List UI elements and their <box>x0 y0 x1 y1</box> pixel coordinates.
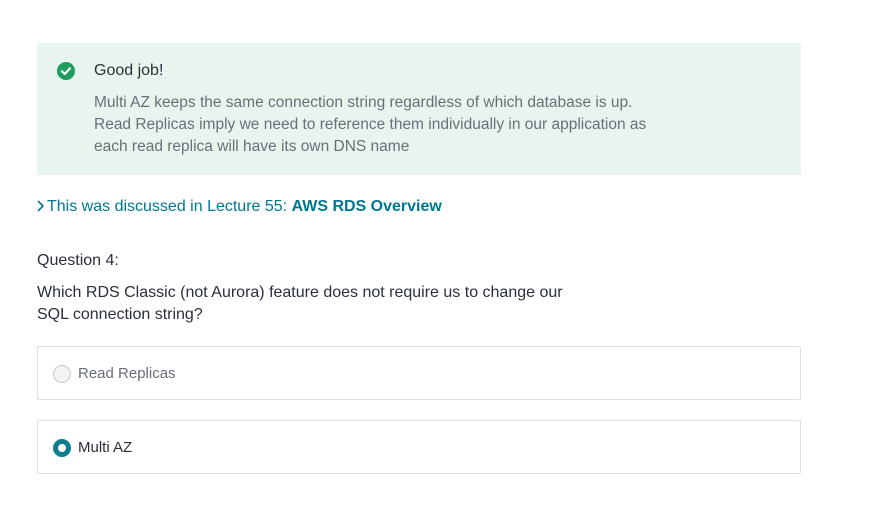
lecture-reference-link[interactable]: This was discussed in Lecture 55: AWS RD… <box>37 197 442 217</box>
answer-option-multi-az[interactable]: Multi AZ <box>37 420 801 474</box>
lecture-link-prefix: This was discussed in Lecture 55: <box>47 198 292 215</box>
answer-option-label: Multi AZ <box>78 439 133 456</box>
lecture-link-title[interactable]: AWS RDS Overview <box>292 198 442 215</box>
explanation-line: Read Replicas imply we need to reference… <box>94 116 647 133</box>
quiz-page: Good job! Multi AZ keeps the same connec… <box>0 0 873 515</box>
feedback-alert: Good job! Multi AZ keeps the same connec… <box>37 43 801 175</box>
radio-button[interactable] <box>53 365 71 383</box>
check-circle-icon <box>57 62 75 80</box>
explanation-line: Multi AZ keeps the same connection strin… <box>94 94 633 111</box>
question-number: Question 4: <box>37 252 119 269</box>
answer-option-read-replicas[interactable]: Read Replicas <box>37 346 801 400</box>
feedback-explanation: Multi AZ keeps the same connection strin… <box>94 92 694 158</box>
question-text-line: Which RDS Classic (not Aurora) feature d… <box>37 284 563 301</box>
chevron-right-icon <box>37 197 47 217</box>
radio-button-selected[interactable] <box>53 439 71 457</box>
feedback-title: Good job! <box>94 62 164 79</box>
question-text: Which RDS Classic (not Aurora) feature d… <box>37 282 563 326</box>
explanation-line: each read replica will have its own DNS … <box>94 138 410 155</box>
question-text-line: SQL connection string? <box>37 306 203 323</box>
answer-option-label: Read Replicas <box>78 365 176 382</box>
